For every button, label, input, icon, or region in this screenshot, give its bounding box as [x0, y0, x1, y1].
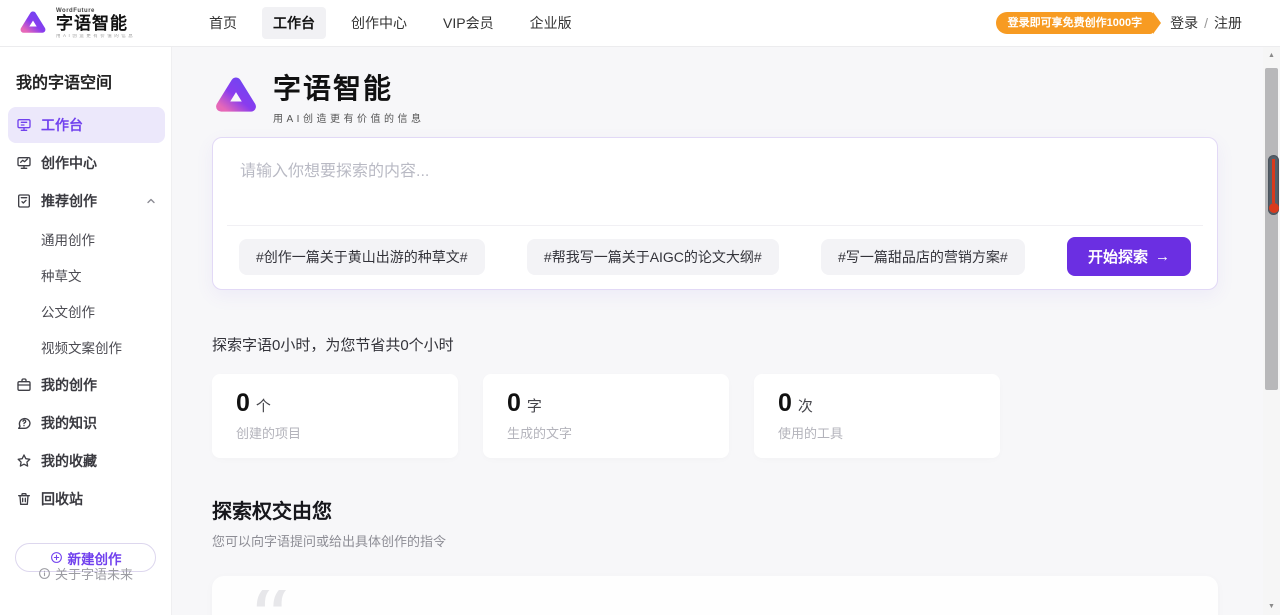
main-content: 字语智能 用AI创造更有价值的信息 #创作一篇关于黄山出游的种草文# #帮我写一…: [172, 47, 1263, 615]
sidebar-item-label: 创作中心: [41, 153, 97, 173]
sidebar-subitem-official-doc[interactable]: 公文创作: [0, 293, 171, 329]
nav-item-workbench[interactable]: 工作台: [262, 7, 326, 39]
creation-center-icon: [16, 155, 32, 171]
workbench-monitor-icon: [16, 117, 32, 133]
recommend-board-icon: [16, 193, 32, 209]
star-icon: [16, 453, 32, 469]
stat-label: 生成的文字: [507, 423, 705, 442]
sidebar-item-my-creations[interactable]: 我的创作: [8, 367, 165, 403]
sidebar-item-my-knowledge[interactable]: 我的知识: [8, 405, 165, 441]
scroll-down-arrow-icon[interactable]: ▼: [1263, 603, 1280, 610]
plus-circle-icon: [50, 551, 63, 564]
about-wordfuture-link[interactable]: 关于字语未来: [0, 564, 171, 583]
chevron-up-icon[interactable]: [145, 195, 157, 207]
briefcase-icon: [16, 377, 32, 393]
brand-triangle-logo-icon: [18, 8, 48, 38]
stat-label: 创建的项目: [236, 423, 434, 442]
sidebar-item-label: 回收站: [41, 489, 83, 509]
login-link[interactable]: 登录: [1170, 13, 1198, 33]
sidebar-item-label: 推荐创作: [41, 191, 97, 211]
chat-question-icon: [16, 415, 32, 431]
brand-text: WordFuture 字语智能 用AI创造更有价值的信息: [56, 8, 146, 39]
suggestion-chip-aigc-outline[interactable]: #帮我写一篇关于AIGC的论文大纲#: [527, 239, 779, 275]
suggestion-chip-huangshan[interactable]: #创作一篇关于黄山出游的种草文#: [239, 239, 485, 275]
explore-section-head: 探索权交由您 您可以向字语提问或给出具体创作的指令: [212, 495, 1218, 550]
stat-card-tools: 0 次 使用的工具: [754, 374, 1000, 458]
stat-value: 0: [236, 389, 250, 418]
nav-item-creation-center[interactable]: 创作中心: [340, 7, 418, 39]
section-subtitle: 您可以向字语提问或给出具体创作的指令: [212, 531, 1218, 550]
sidebar-title: 我的字语空间: [0, 61, 171, 105]
sidebar-item-label: 我的知识: [41, 413, 97, 433]
login-promo-badge[interactable]: 登录即可享免费创作1000字: [996, 12, 1154, 34]
top-header: WordFuture 字语智能 用AI创造更有价值的信息 首页 工作台 创作中心…: [0, 0, 1280, 47]
quote-mark-icon: “: [248, 590, 286, 615]
login-register-area: 登录 / 注册: [1170, 13, 1242, 33]
section-title: 探索权交由您: [212, 495, 1218, 524]
brand-super-label: WordFuture: [56, 8, 146, 14]
stat-value: 0: [507, 389, 521, 418]
stats-summary-line: 探索字语0小时，为您节省共0个小时: [212, 334, 1218, 355]
hero-brand-name: 字语智能: [273, 67, 424, 107]
thermometer-indicator-icon: [1268, 155, 1279, 215]
sidebar-subitem-video-copy[interactable]: 视频文案创作: [0, 329, 171, 365]
stat-label: 使用的工具: [778, 423, 976, 442]
header-right: 登录即可享免费创作1000字 登录 / 注册: [996, 12, 1280, 34]
nav-item-home[interactable]: 首页: [198, 7, 248, 39]
scroll-up-arrow-icon[interactable]: ▲: [1263, 52, 1280, 59]
brand-tiny-tagline: 用AI创造更有价值的信息: [56, 34, 146, 39]
header-brand[interactable]: WordFuture 字语智能 用AI创造更有价值的信息: [0, 8, 190, 39]
sidebar-item-favorites[interactable]: 我的收藏: [8, 443, 165, 479]
sidebar: 我的字语空间 工作台 创作中心 推荐创作: [0, 47, 172, 615]
register-link[interactable]: 注册: [1214, 13, 1242, 33]
sidebar-item-workbench[interactable]: 工作台: [8, 107, 165, 143]
search-card: #创作一篇关于黄山出游的种草文# #帮我写一篇关于AIGC的论文大纲# #写一篇…: [212, 137, 1218, 290]
sidebar-subitem-general-creation[interactable]: 通用创作: [0, 221, 171, 257]
nav-item-enterprise[interactable]: 企业版: [519, 7, 583, 39]
suggestion-chip-row: #创作一篇关于黄山出游的种草文# #帮我写一篇关于AIGC的论文大纲# #写一篇…: [227, 225, 1203, 289]
sidebar-item-label: 我的收藏: [41, 451, 97, 471]
stat-unit: 个: [256, 395, 271, 416]
sidebar-subitem-seeding-article[interactable]: 种草文: [0, 257, 171, 293]
sidebar-item-label: 工作台: [41, 115, 83, 135]
stat-value: 0: [778, 389, 792, 418]
sidebar-item-recycle-bin[interactable]: 回收站: [8, 481, 165, 517]
app-window: WordFuture 字语智能 用AI创造更有价值的信息 首页 工作台 创作中心…: [0, 0, 1280, 615]
hero-tagline: 用AI创造更有价值的信息: [273, 110, 424, 125]
stat-unit: 次: [798, 395, 813, 416]
hero-text: 字语智能 用AI创造更有价值的信息: [273, 67, 424, 125]
search-input[interactable]: [213, 138, 1217, 225]
vertical-scrollbar[interactable]: ▲ ▼: [1263, 47, 1280, 615]
top-nav: 首页 工作台 创作中心 VIP会员 企业版: [198, 7, 583, 39]
sidebar-item-recommend[interactable]: 推荐创作: [8, 183, 165, 219]
hero-brand: 字语智能 用AI创造更有价值的信息: [212, 67, 1218, 125]
trash-icon: [16, 491, 32, 507]
stat-card-projects: 0 个 创建的项目: [212, 374, 458, 458]
about-label: 关于字语未来: [55, 564, 133, 583]
scrollbar-thumb[interactable]: [1265, 68, 1278, 390]
brand-name-label: 字语智能: [56, 15, 146, 32]
start-explore-button[interactable]: 开始探索 →: [1067, 237, 1191, 276]
stat-card-words: 0 字 生成的文字: [483, 374, 729, 458]
info-circle-icon: [38, 567, 51, 580]
hero-triangle-logo-icon: [212, 72, 260, 120]
arrow-right-icon: →: [1155, 248, 1170, 265]
stat-unit: 字: [527, 395, 542, 416]
sidebar-item-creation-center[interactable]: 创作中心: [8, 145, 165, 181]
nav-item-vip[interactable]: VIP会员: [432, 7, 505, 39]
example-quote-card: “ 字语智能是什么? 嘿，帮我创作一篇北京出游攻略: [212, 576, 1218, 615]
start-explore-label: 开始探索: [1088, 246, 1148, 267]
login-separator: /: [1204, 15, 1208, 31]
suggestion-chip-dessert-marketing[interactable]: #写一篇甜品店的营销方案#: [821, 239, 1025, 275]
stats-row: 0 个 创建的项目 0 字 生成的文字 0 次 使用的工具: [212, 374, 1218, 458]
sidebar-item-label: 我的创作: [41, 375, 97, 395]
